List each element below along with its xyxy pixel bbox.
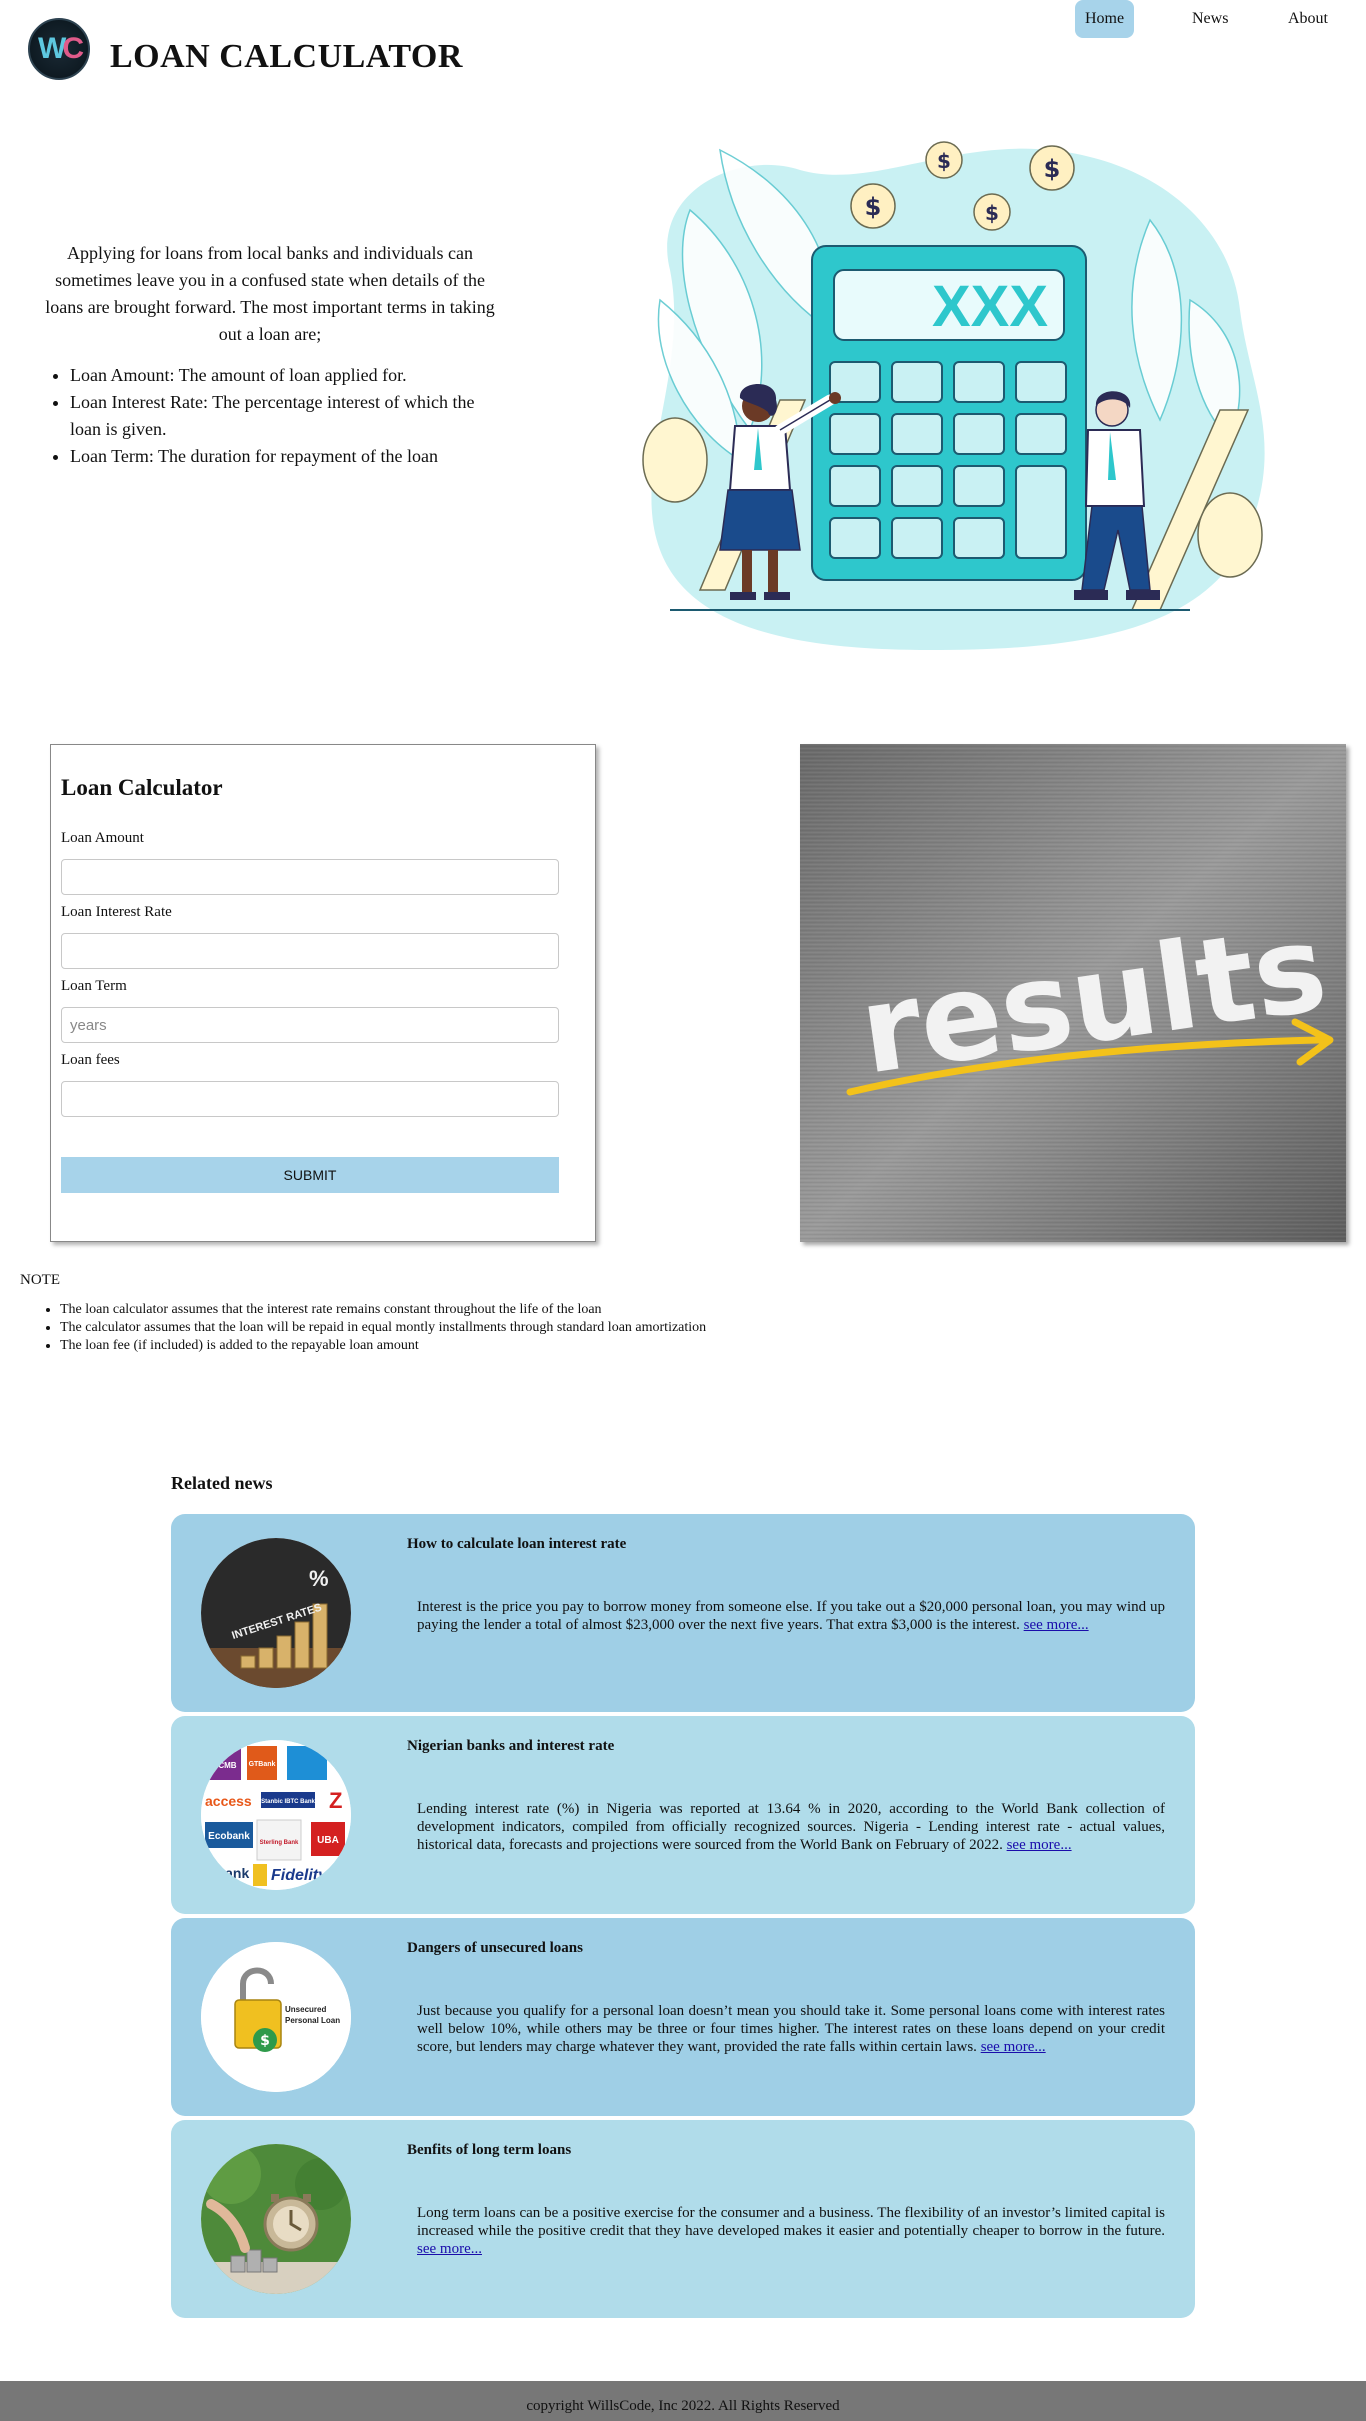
- news-title: Benfits of long term loans: [407, 2142, 572, 2158]
- note-title: NOTE: [20, 1272, 60, 1288]
- news-body: Lending interest rate (%) in Nigeria was…: [417, 1800, 1165, 1854]
- intro-paragraph: Applying for loans from local banks and …: [45, 243, 495, 344]
- intro-section: Applying for loans from local banks and …: [35, 240, 505, 470]
- logo-letter-c: C: [62, 32, 84, 65]
- news-text: Just because you qualify for a personal …: [417, 2003, 1165, 2055]
- interest-rate-input[interactable]: [61, 933, 559, 969]
- site-title: LOAN CALCULATOR: [110, 38, 463, 75]
- calculator-display: XXX: [932, 274, 1048, 339]
- brand-logo[interactable]: WC: [28, 18, 90, 80]
- related-news-title: Related news: [171, 1473, 273, 1493]
- note-item: The calculator assumes that the loan wil…: [60, 1319, 920, 1337]
- bank-label: Ecobank: [208, 1831, 250, 1842]
- term-item: Loan Amount: The amount of loan applied …: [70, 362, 505, 389]
- news-body: Interest is the price you pay to borrow …: [417, 1598, 1165, 1634]
- bank-label: Fidelity: [271, 1867, 328, 1884]
- news-card: $ Unsecured Personal Loan Dangers of uns…: [171, 1918, 1195, 2116]
- results-image: results: [800, 744, 1346, 1242]
- submit-button[interactable]: SUBMIT: [61, 1157, 559, 1193]
- svg-text:%: %: [309, 1566, 329, 1591]
- bank-label: Sterling Bank: [260, 1840, 299, 1846]
- term-item: Loan Term: The duration for repayment of…: [70, 443, 505, 470]
- thumb-unsecured-text: Unsecured Personal Loan: [285, 2005, 341, 2025]
- news-text: Long term loans can be a positive exerci…: [417, 2205, 1165, 2239]
- site-footer: copyright WillsCode, Inc 2022. All Right…: [0, 2381, 1366, 2421]
- news-thumbnail: [201, 2144, 351, 2294]
- bank-label: Bank: [215, 1865, 249, 1881]
- news-card: INTEREST RATES % How to calculate loan i…: [171, 1514, 1195, 1712]
- nav-about[interactable]: About: [1278, 0, 1338, 38]
- loan-calculator-form: Loan Calculator Loan Amount Loan Interes…: [50, 744, 596, 1242]
- svg-text:$: $: [937, 149, 951, 173]
- svg-text:$: $: [985, 201, 999, 225]
- news-body: Long term loans can be a positive exerci…: [417, 2204, 1165, 2258]
- site-header: WC LOAN CALCULATOR Home News About: [0, 0, 1366, 100]
- bank-label: Z: [329, 1788, 342, 1813]
- logo-letter-w: W: [38, 32, 66, 65]
- news-body: Just because you qualify for a personal …: [417, 2002, 1165, 2056]
- news-thumbnail: INTEREST RATES %: [201, 1538, 351, 1688]
- calculator-illustration: XXX $ $ $ $: [642, 141, 1265, 650]
- news-title: How to calculate loan interest rate: [407, 1536, 627, 1552]
- loan-amount-label: Loan Amount: [61, 830, 144, 846]
- svg-text:$: $: [1044, 155, 1061, 183]
- copyright-text: copyright WillsCode, Inc 2022. All Right…: [526, 2398, 840, 2414]
- svg-text:$: $: [865, 193, 882, 221]
- nav-news[interactable]: News: [1182, 0, 1238, 38]
- term-item: Loan Interest Rate: The percentage inter…: [70, 389, 505, 443]
- bank-label: GTBank: [249, 1761, 276, 1768]
- news-card: FCMB GTBank access Stanbic IBTC Bank Z E…: [171, 1716, 1195, 1914]
- bank-label: Stanbic IBTC Bank: [261, 1799, 315, 1805]
- hero-illustration: XXX $ $ $ $: [630, 130, 1290, 670]
- svg-text:$: $: [260, 2033, 270, 2049]
- form-title: Loan Calculator: [61, 775, 223, 800]
- loan-term-label: Loan Term: [61, 978, 127, 994]
- news-title: Dangers of unsecured loans: [407, 1940, 583, 1956]
- bank-label: UBA: [317, 1835, 339, 1846]
- see-more-link[interactable]: see more...: [981, 2039, 1046, 2055]
- note-list: The loan calculator assumes that the int…: [20, 1301, 920, 1355]
- news-title: Nigerian banks and interest rate: [407, 1738, 615, 1754]
- loan-fees-label: Loan fees: [61, 1052, 120, 1068]
- bank-label: access: [205, 1793, 252, 1809]
- loan-terms-list: Loan Amount: The amount of loan applied …: [35, 362, 505, 470]
- see-more-link[interactable]: see more...: [417, 2241, 482, 2257]
- loan-amount-input[interactable]: [61, 859, 559, 895]
- news-card: Benfits of long term loans Long term loa…: [171, 2120, 1195, 2318]
- see-more-link[interactable]: see more...: [1024, 1617, 1089, 1633]
- interest-rate-label: Loan Interest Rate: [61, 904, 172, 920]
- news-thumbnail: $ Unsecured Personal Loan: [201, 1942, 351, 2092]
- loan-fees-input[interactable]: [61, 1081, 559, 1117]
- note-item: The loan calculator assumes that the int…: [60, 1301, 920, 1319]
- see-more-link[interactable]: see more...: [1007, 1837, 1072, 1853]
- nav-home[interactable]: Home: [1075, 0, 1134, 38]
- loan-term-input[interactable]: [61, 1007, 559, 1043]
- news-thumbnail: FCMB GTBank access Stanbic IBTC Bank Z E…: [201, 1740, 351, 1890]
- note-item: The loan fee (if included) is added to t…: [60, 1337, 920, 1355]
- bank-label: FCMB: [213, 1761, 236, 1770]
- note-section: NOTE The loan calculator assumes that th…: [20, 1272, 920, 1355]
